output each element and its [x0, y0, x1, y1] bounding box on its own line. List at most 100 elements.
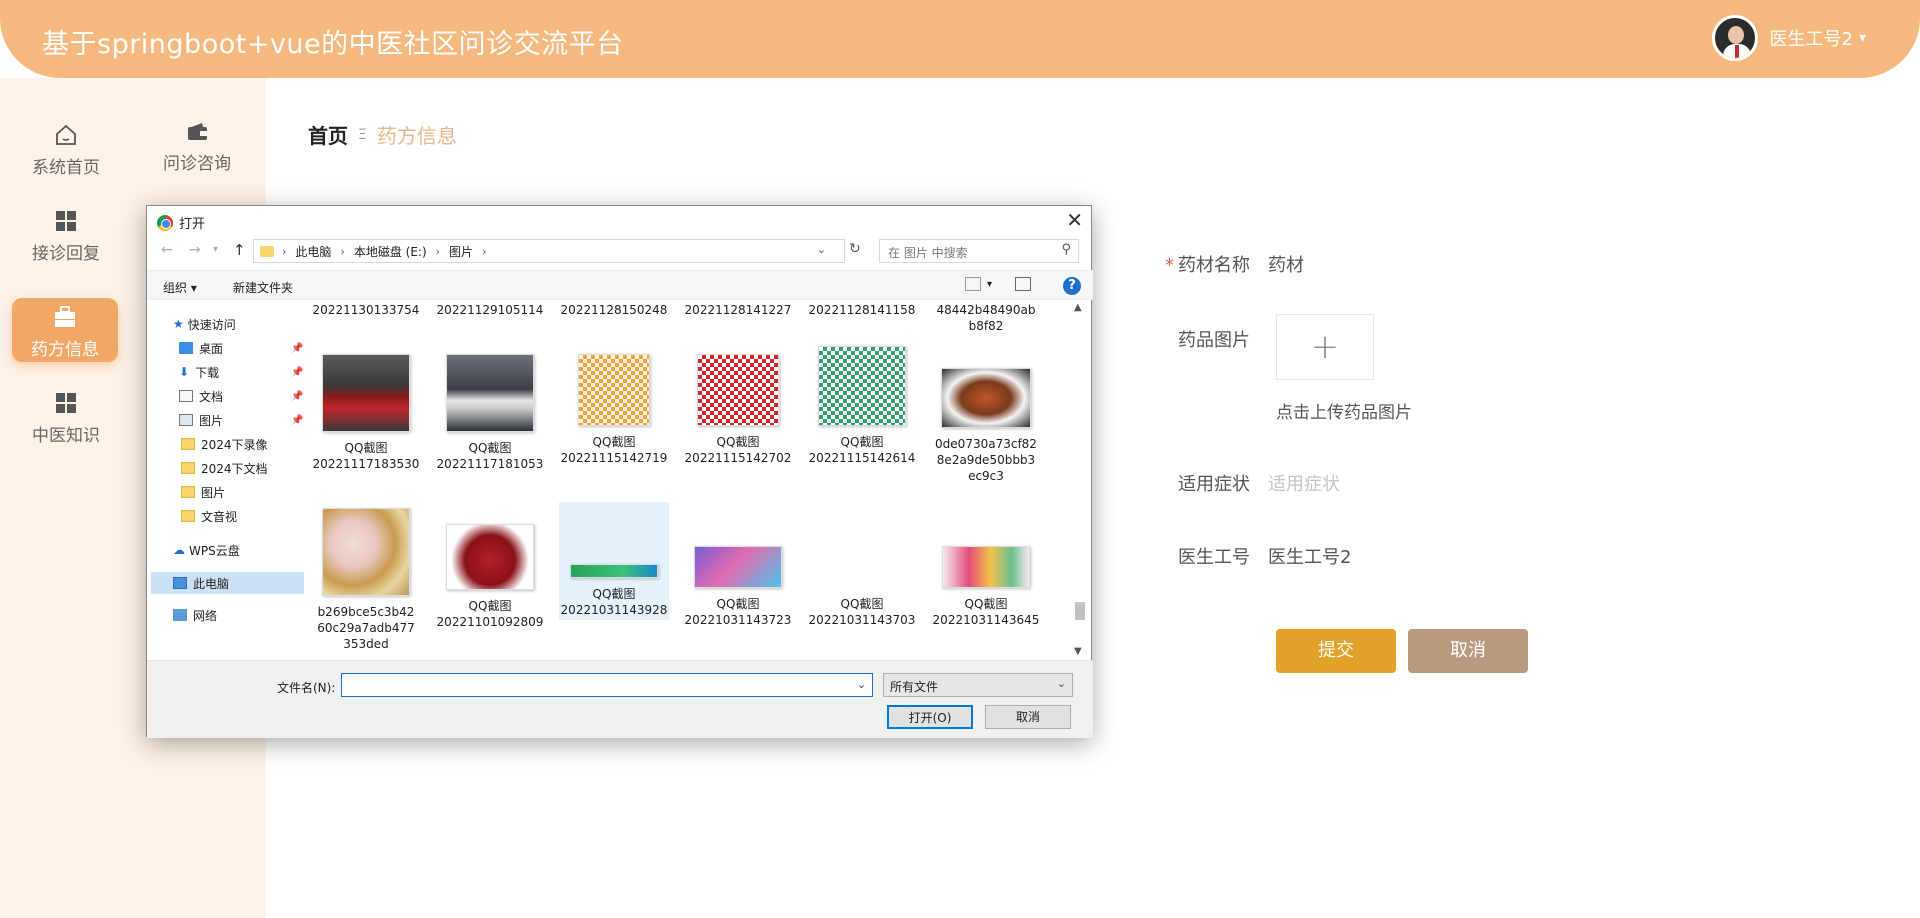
image-thumbnail	[694, 546, 782, 588]
nav-downloads[interactable]: ⬇ 下载 📌	[179, 362, 307, 382]
refresh-icon[interactable]: ↻	[849, 241, 861, 257]
nav-quick-access[interactable]: ★ 快速访问	[173, 314, 236, 334]
submit-button[interactable]: 提交	[1276, 629, 1396, 673]
file-item[interactable]: 20221128141227	[683, 302, 793, 318]
new-folder-button[interactable]: 新建文件夹	[233, 279, 293, 296]
open-button[interactable]: 打开(O)	[887, 705, 973, 729]
pin-icon: 📌	[291, 390, 304, 402]
name-field[interactable]: 药材	[1268, 251, 1304, 277]
qr-code-thumbnail	[578, 354, 650, 426]
chevron-down-icon[interactable]: ⌄	[857, 678, 866, 691]
dialog-title: 打开	[179, 217, 206, 232]
download-icon: ⬇	[179, 365, 190, 379]
close-icon[interactable]: ✕	[1066, 208, 1083, 232]
dialog-cancel-button[interactable]: 取消	[985, 705, 1071, 729]
file-item[interactable]: 20221128150248	[559, 302, 669, 318]
nav-folder[interactable]: 文音视	[181, 506, 237, 526]
dialog-bottom-bar: 文件名(N): ⌄ 所有文件 ⌄ 打开(O) 取消	[147, 660, 1093, 738]
file-item[interactable]: 20221128141158	[807, 302, 917, 318]
file-item[interactable]: b269bce5c3b42 60c29a7adb477 353ded	[311, 508, 421, 652]
image-thumbnail	[446, 524, 534, 590]
sidebar-item-home[interactable]: 系统首页	[6, 122, 126, 188]
field-label: 适用症状	[1178, 474, 1250, 495]
chevron-down-icon[interactable]: ▾	[1859, 30, 1866, 46]
file-item[interactable]: QQ截图 20221115142719	[559, 354, 669, 466]
forward-icon[interactable]: →	[189, 242, 201, 258]
recent-dropdown-icon[interactable]: ▾	[213, 244, 218, 255]
nav-folder[interactable]: 2024下文档	[181, 458, 268, 478]
document-icon	[179, 390, 193, 402]
symptom-input[interactable]: 适用症状	[1268, 470, 1340, 496]
up-icon[interactable]: ↑	[233, 241, 246, 259]
nav-pictures[interactable]: 图片 📌	[179, 410, 307, 430]
filename-input[interactable]: ⌄	[341, 673, 873, 697]
upload-hint: 点击上传药品图片	[1276, 403, 1412, 423]
nav-this-pc[interactable]: 此电脑	[173, 573, 229, 593]
chevron-down-icon[interactable]: ⌄	[817, 243, 826, 256]
cancel-button[interactable]: 取消	[1408, 629, 1528, 673]
sidebar-item-label: 系统首页	[32, 158, 100, 178]
image-thumbnail	[322, 508, 410, 596]
file-item[interactable]: 0de0730a73cf82 8e2a9de50bbb3 ec9c3	[931, 368, 1041, 484]
view-mode-icon[interactable]	[965, 277, 981, 291]
file-item-selected[interactable]: QQ截图 20221031143928	[559, 502, 669, 620]
chevron-down-icon: ⌄	[1056, 677, 1066, 690]
file-item[interactable]: QQ截图 20221115142702	[683, 354, 793, 466]
chevron-down-icon[interactable]: ▾	[987, 279, 992, 290]
sidebar-item-prescription[interactable]: 药方信息	[12, 298, 118, 362]
address-bar[interactable]: › 此电脑 › 本地磁盘 (E:) › 图片 › ⌄	[253, 239, 845, 263]
scroll-thumb[interactable]	[1075, 602, 1085, 620]
sidebar-item-label: 中医知识	[32, 426, 100, 446]
breadcrumb-home[interactable]: 首页	[308, 120, 348, 149]
field-label: 药品图片	[1178, 330, 1250, 351]
qr-code-thumbnail	[697, 354, 779, 426]
sidebar-item-label: 接诊回复	[32, 244, 100, 264]
sidebar-item-consult[interactable]: 问诊咨询	[137, 118, 257, 184]
user-menu[interactable]: 医生工号2 ▾	[1711, 15, 1866, 61]
nav-wps-cloud[interactable]: ☁ WPS云盘	[173, 540, 240, 560]
help-icon[interactable]: ?	[1063, 277, 1081, 295]
file-item[interactable]: QQ截图 20221031143703	[807, 596, 917, 628]
scroll-down-icon[interactable]: ▼	[1074, 646, 1082, 657]
path-segment[interactable]: 此电脑	[295, 243, 331, 260]
wallet-icon	[188, 123, 207, 140]
path-segment[interactable]: 图片	[449, 243, 473, 260]
file-item[interactable]: 20221130133754	[311, 302, 421, 318]
back-icon[interactable]: ←	[161, 242, 173, 258]
file-item[interactable]: 20221129105114	[435, 302, 545, 318]
file-item[interactable]: QQ截图 20221031143723	[683, 546, 793, 628]
nav-desktop[interactable]: 桌面 📌	[179, 338, 307, 358]
image-upload-button[interactable]: +	[1276, 314, 1374, 380]
organize-button[interactable]: 组织 ▾	[163, 279, 197, 296]
file-item[interactable]: 48442b48490ab b8f82	[931, 302, 1041, 334]
nav-documents[interactable]: 文档 📌	[179, 386, 307, 406]
sidebar-item-reply[interactable]: 接诊回复	[6, 208, 126, 274]
folder-icon	[260, 245, 274, 257]
sidebar-item-knowledge[interactable]: 中医知识	[6, 390, 126, 456]
doctor-field[interactable]: 医生工号2	[1268, 543, 1351, 569]
preview-pane-icon[interactable]	[1015, 277, 1031, 291]
file-item[interactable]: QQ截图 20221101092809	[435, 524, 545, 630]
computer-icon	[173, 577, 187, 589]
file-item[interactable]: QQ截图 20221031143645	[931, 546, 1041, 628]
search-input[interactable]: 在 图片 中搜索 ⚲	[879, 239, 1079, 263]
folder-icon	[181, 486, 195, 498]
file-item[interactable]: QQ截图 20221117183530	[311, 354, 421, 472]
grid-icon	[56, 393, 76, 413]
breadcrumb-separator: Ξ	[358, 126, 367, 143]
nav-folder[interactable]: 2024下录像	[181, 434, 268, 454]
sidebar-item-label: 药方信息	[31, 340, 99, 360]
dialog-titlebar: 打开	[157, 213, 205, 232]
path-segment[interactable]: 本地磁盘 (E:)	[354, 243, 427, 260]
nav-folder[interactable]: 图片	[181, 482, 225, 502]
folder-icon	[181, 438, 195, 450]
filetype-select[interactable]: 所有文件 ⌄	[883, 673, 1073, 697]
avatar[interactable]	[1711, 15, 1758, 61]
user-name[interactable]: 医生工号2	[1770, 25, 1853, 51]
file-list-scrollbar[interactable]: ▲ ▼	[1071, 302, 1087, 660]
scroll-up-icon[interactable]: ▲	[1074, 302, 1082, 313]
nav-network[interactable]: 网络	[173, 605, 217, 625]
file-item[interactable]: QQ截图 20221115142614	[807, 346, 917, 466]
desktop-icon	[179, 342, 193, 354]
file-item[interactable]: QQ截图 20221117181053	[435, 354, 545, 472]
